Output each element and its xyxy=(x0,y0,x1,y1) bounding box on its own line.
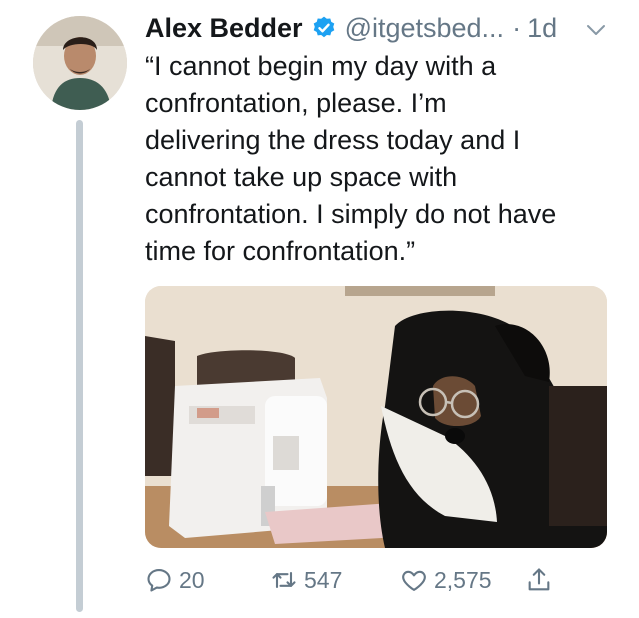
tweet-text: “I cannot begin my day with a confrontat… xyxy=(145,51,557,266)
retweet-button[interactable]: 547 xyxy=(270,566,342,594)
retweet-arrows-icon xyxy=(272,571,296,589)
timestamp[interactable]: 1d xyxy=(527,12,557,44)
avatar[interactable] xyxy=(33,16,127,110)
share-upload-icon xyxy=(528,568,550,591)
verified-badge-icon xyxy=(313,16,334,38)
chevron-down-icon[interactable] xyxy=(584,18,608,42)
author-name[interactable]: Alex Bedder xyxy=(145,12,303,44)
like-button[interactable]: 2,575 xyxy=(400,566,492,594)
share-button[interactable] xyxy=(525,566,559,594)
tweet-media-image[interactable] xyxy=(145,286,607,548)
thread-line xyxy=(76,120,83,612)
separator-dot: · xyxy=(512,13,522,43)
avatar-photo xyxy=(33,16,127,110)
reply-button[interactable]: 20 xyxy=(145,566,205,594)
tweet-header: Alex Bedder @itgetsbed... · 1d xyxy=(145,12,557,44)
reply-count: 20 xyxy=(179,566,205,593)
tweet-actions: 20 547 2,575 xyxy=(145,566,615,606)
author-handle[interactable]: @itgetsbed... xyxy=(345,12,505,44)
dog-sewing-photo xyxy=(145,286,607,548)
heart-icon xyxy=(402,570,426,591)
speech-bubble-icon xyxy=(147,569,171,592)
retweet-count: 547 xyxy=(304,566,343,593)
like-count: 2,575 xyxy=(434,566,492,593)
